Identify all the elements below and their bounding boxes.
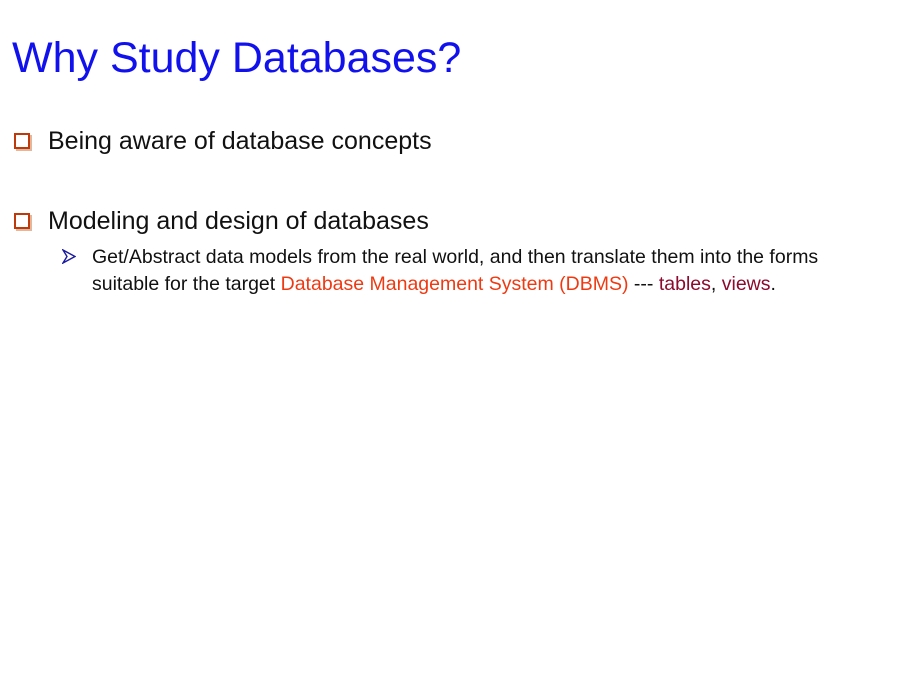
sub-bullet-item: Get/Abstract data models from the real w…: [62, 244, 880, 298]
views-highlight: views: [721, 273, 771, 295]
arrow-bullet-icon: [62, 249, 76, 264]
sub-text-part2: ---: [628, 273, 659, 295]
square-bullet-icon: [14, 133, 30, 149]
bullet-text: Being aware of database concepts: [48, 127, 432, 155]
tables-highlight: tables: [658, 273, 711, 295]
sub-bullet-text: Get/Abstract data models from the real w…: [92, 244, 880, 298]
dbms-highlight: Database Management System (DBMS): [280, 273, 629, 295]
sub-text-part4: .: [770, 273, 776, 295]
bullet-item-1: Being aware of database concepts: [14, 126, 432, 156]
slide: Why Study Databases? Being aware of data…: [0, 0, 900, 683]
slide-title: Why Study Databases?: [12, 34, 462, 82]
square-bullet-icon: [14, 213, 30, 229]
sub-text-part3: ,: [710, 273, 722, 295]
bullet-text: Modeling and design of databases: [48, 207, 429, 235]
bullet-item-2: Modeling and design of databases: [14, 206, 429, 236]
